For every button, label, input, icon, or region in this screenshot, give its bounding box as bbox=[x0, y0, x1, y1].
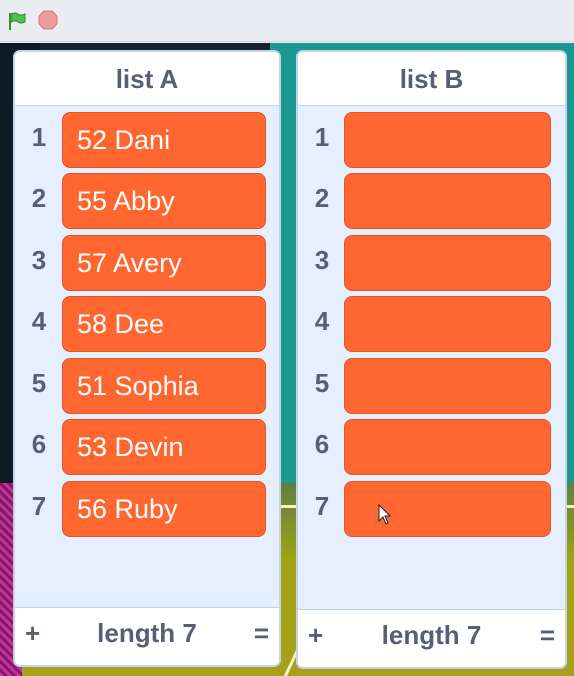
list-item-value[interactable]: 52 Dani bbox=[62, 112, 266, 168]
list-item-index: 7 bbox=[314, 491, 330, 521]
list-item-index: 5 bbox=[314, 368, 330, 398]
stop-icon[interactable] bbox=[37, 9, 59, 31]
list-item: 6 53 Devin bbox=[15, 419, 279, 475]
list-item: 4 bbox=[298, 296, 565, 352]
list-item: 2 55 Abby bbox=[15, 173, 279, 229]
list-item-value[interactable] bbox=[344, 173, 551, 229]
list-item: 3 57 Avery bbox=[15, 235, 279, 291]
list-item-value[interactable] bbox=[344, 358, 551, 414]
mouse-pointer-icon bbox=[378, 504, 392, 525]
list-item-value[interactable]: 56 Ruby bbox=[62, 481, 266, 537]
list-item-value[interactable] bbox=[344, 419, 551, 475]
list-item-value[interactable]: 55 Abby bbox=[62, 173, 266, 229]
list-monitor-a[interactable]: list A 1 52 Dani 2 55 Abby 3 57 Avery 4 … bbox=[13, 50, 281, 667]
list-item: 1 52 Dani bbox=[15, 112, 279, 168]
list-item-index: 7 bbox=[31, 491, 47, 521]
resize-handle[interactable]: = bbox=[254, 618, 269, 649]
list-item-value[interactable] bbox=[344, 235, 551, 291]
list-item-value[interactable]: 51 Sophia bbox=[62, 358, 266, 414]
list-item-index: 2 bbox=[314, 183, 330, 213]
list-item: 5 51 Sophia bbox=[15, 358, 279, 414]
list-item-index: 3 bbox=[314, 245, 330, 275]
list-item-index: 1 bbox=[31, 122, 47, 152]
list-item-value[interactable] bbox=[344, 481, 551, 537]
list-item-index: 1 bbox=[314, 122, 330, 152]
stage-controls-bar bbox=[0, 0, 574, 42]
list-item-value[interactable]: 57 Avery bbox=[62, 235, 266, 291]
list-item-index: 4 bbox=[314, 306, 330, 336]
list-item: 2 bbox=[298, 173, 565, 229]
list-item-value[interactable] bbox=[344, 296, 551, 352]
list-item: 1 bbox=[298, 112, 565, 168]
list-footer: + length 7 = bbox=[298, 609, 565, 667]
list-item-value[interactable]: 53 Devin bbox=[62, 419, 266, 475]
list-item: 3 bbox=[298, 235, 565, 291]
list-length-label: length 7 bbox=[381, 620, 482, 650]
list-title: list B bbox=[298, 52, 565, 106]
list-item: 5 bbox=[298, 358, 565, 414]
list-title: list A bbox=[15, 52, 279, 106]
list-item-value[interactable]: 58 Dee bbox=[62, 296, 266, 352]
list-item: 7 56 Ruby bbox=[15, 481, 279, 537]
green-flag-icon[interactable] bbox=[6, 10, 28, 32]
list-item-index: 4 bbox=[31, 306, 47, 336]
list-item-index: 3 bbox=[31, 245, 47, 275]
list-item-index: 6 bbox=[314, 429, 330, 459]
list-item-index: 2 bbox=[31, 183, 47, 213]
resize-handle[interactable]: = bbox=[540, 620, 555, 651]
list-item: 4 58 Dee bbox=[15, 296, 279, 352]
list-item-index: 5 bbox=[31, 368, 47, 398]
list-length-label: length 7 bbox=[97, 618, 197, 648]
list-item: 6 bbox=[298, 419, 565, 475]
list-item-value[interactable] bbox=[344, 112, 551, 168]
list-monitor-b[interactable]: list B 1 2 3 4 5 6 7 + length 7 = bbox=[296, 50, 567, 669]
list-footer: + length 7 = bbox=[15, 607, 279, 665]
list-item: 7 bbox=[298, 481, 565, 537]
list-item-index: 6 bbox=[31, 429, 47, 459]
